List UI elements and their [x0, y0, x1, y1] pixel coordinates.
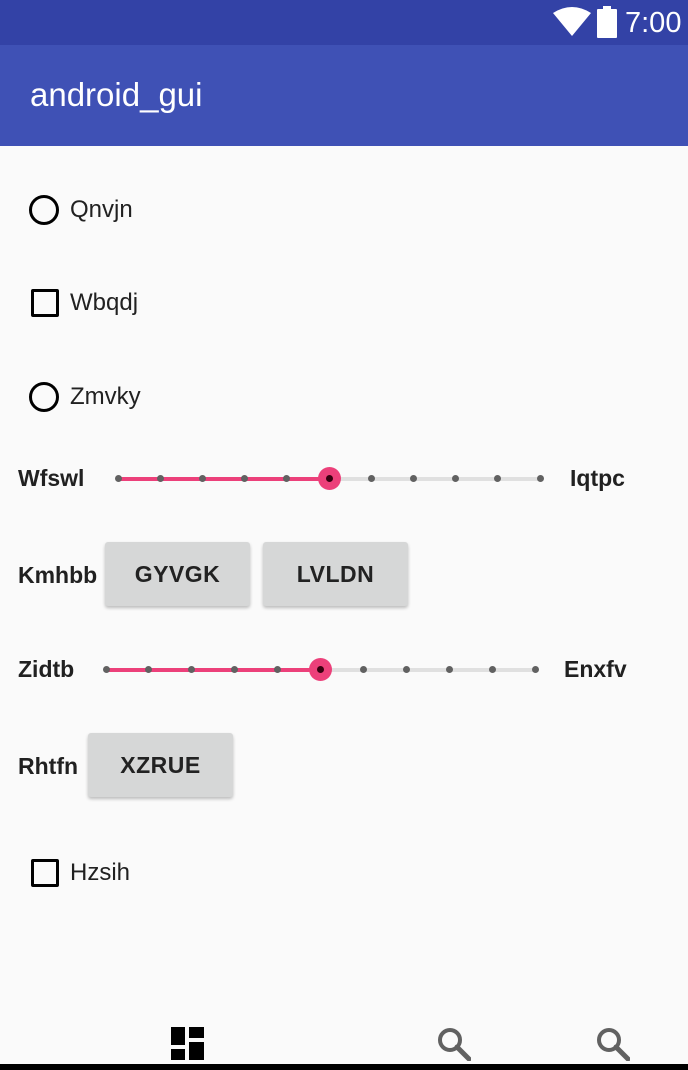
seekbar-right-label: Iqtpc — [570, 465, 625, 491]
radio-button-icon[interactable] — [29, 195, 59, 225]
seekbar-left-label: Wfswl — [18, 465, 85, 491]
radio-label: Zmvky — [70, 383, 141, 410]
checkbox-hzsih[interactable]: Hzsih — [26, 858, 130, 888]
button-row-label: Kmhbb — [18, 562, 98, 588]
status-time: 7:00 — [625, 7, 682, 39]
seekbar-tick — [488, 666, 496, 673]
gyvgk-button[interactable]: GYVGK — [105, 542, 250, 606]
status-bar: 7:00 — [0, 0, 688, 45]
dashboard-icon[interactable] — [171, 1027, 204, 1060]
search-icon[interactable] — [596, 1027, 630, 1061]
button-row-label: Rhtfn — [18, 753, 79, 779]
navigation-bar-edge — [0, 1064, 688, 1070]
seekbar-progress — [118, 477, 329, 481]
radio-button-icon[interactable] — [29, 382, 59, 412]
radio-qnvjn[interactable]: Qnvjn — [26, 195, 133, 225]
app-title: android_gui — [30, 76, 203, 113]
checkbox-wbqdj[interactable]: Wbqdj — [26, 288, 138, 318]
seekbar-tick — [198, 475, 206, 482]
seekbar-thumb[interactable] — [309, 658, 332, 681]
wifi-icon — [553, 7, 591, 36]
seekbar-left-label: Zidtb — [18, 656, 75, 682]
checkbox-label: Hzsih — [70, 859, 131, 886]
xzrue-button[interactable]: XZRUE — [88, 733, 233, 797]
checkbox-icon[interactable] — [31, 859, 59, 887]
radio-zmvky[interactable]: Zmvky — [26, 382, 141, 412]
seekbar-tick — [402, 666, 410, 673]
seekbar-tick — [409, 475, 417, 482]
seekbar-tick — [359, 666, 367, 673]
battery-icon — [597, 6, 617, 38]
checkbox-label: Wbqdj — [70, 289, 139, 316]
seekbar-thumb[interactable] — [317, 467, 341, 490]
lvldn-button[interactable]: LVLDN — [263, 542, 408, 606]
seekbar-tick — [445, 666, 453, 673]
seekbar-tick — [114, 475, 122, 482]
app-bar: android_gui — [0, 45, 688, 146]
checkbox-icon[interactable] — [31, 289, 59, 317]
seekbar-tick — [531, 666, 539, 673]
seekbar-tick — [156, 475, 164, 482]
seekbar-tick — [536, 475, 544, 482]
seekbar-right-label: Enxfv — [564, 656, 627, 682]
seekbar-zidtb[interactable] — [102, 655, 539, 685]
search-icon[interactable] — [437, 1027, 471, 1061]
radio-label: Qnvjn — [70, 196, 133, 223]
seekbar-wfswl[interactable] — [114, 464, 544, 494]
seekbar-tick — [367, 475, 375, 482]
seekbar-progress — [106, 668, 321, 672]
seekbar-tick — [102, 666, 110, 673]
